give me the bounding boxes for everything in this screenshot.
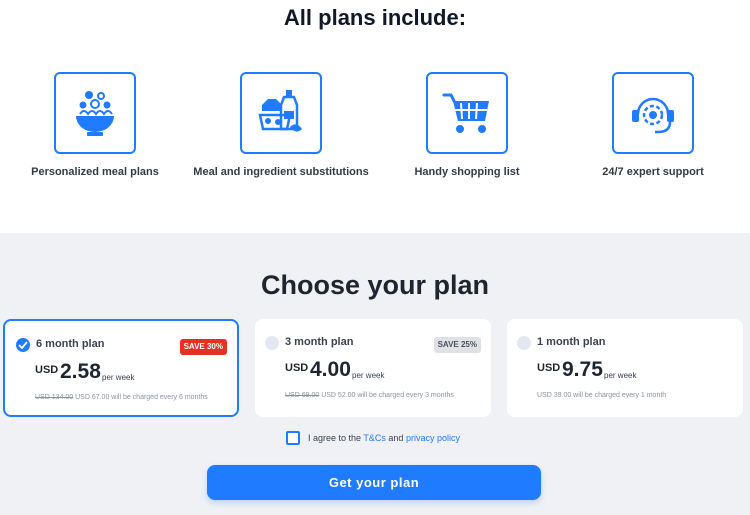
plan-card-6-month[interactable]: 6 month plan SAVE 30% USD 2.58 per week …: [3, 319, 239, 417]
feature-meal-plans: Personalized meal plans: [2, 72, 188, 178]
features-title: All plans include:: [283, 5, 467, 30]
check-icon: [18, 341, 28, 349]
feature-icon-box: [426, 72, 508, 154]
plan-price-period: per week: [604, 371, 637, 380]
plan-radio[interactable]: [265, 336, 279, 350]
plan-charge-text: USD 52.00 will be charged every 3 months: [321, 392, 454, 399]
feature-label: Handy shopping list: [414, 166, 520, 178]
features-section: All plans include: Personalized meal pla…: [0, 0, 750, 233]
plan-old-price: USD 69.00: [285, 392, 320, 399]
headset-support-icon: [632, 97, 674, 134]
plan-card-3-month[interactable]: 3 month plan SAVE 25% USD 4.00 per week …: [255, 319, 491, 417]
plan-price: 2.58: [60, 360, 101, 383]
plan-price: 9.75: [562, 358, 603, 381]
tcs-link[interactable]: T&Cs: [363, 433, 386, 443]
plan-billing-note: USD 134.00 USD 67.00 will be charged eve…: [35, 394, 208, 401]
plan-name: 3 month plan: [285, 336, 354, 348]
plan-name: 1 month plan: [537, 336, 606, 348]
plan-currency: USD: [35, 364, 59, 376]
feature-substitutions: Meal and ingredient substitutions: [188, 72, 374, 178]
plan-charge-text: USD 39.00 will be charged every 1 month: [537, 392, 667, 399]
agreement-prefix: I agree to the: [308, 433, 362, 443]
shopping-cart-icon: [442, 93, 489, 133]
agree-checkbox[interactable]: [286, 431, 300, 445]
feature-shopping-list: Handy shopping list: [374, 72, 560, 178]
plan-currency: USD: [537, 362, 561, 374]
plan-price: 4.00: [310, 358, 351, 381]
plan-charge-text: USD 67.00 will be charged every 6 months: [75, 394, 208, 401]
groceries-icon: [258, 90, 302, 132]
plan-billing-note: USD 39.00 will be charged every 1 month: [537, 392, 666, 399]
feature-label: Personalized meal plans: [31, 166, 159, 178]
feature-icon-box: [54, 72, 136, 154]
plan-section: Choose your plan 6 month plan SAVE 30% U…: [0, 233, 750, 515]
agreement-row: I agree to the T&Cs and privacy policy: [286, 431, 460, 445]
plan-radio-checked[interactable]: [16, 338, 30, 352]
agreement-text: I agree to the T&Cs and privacy policy: [308, 433, 460, 443]
plan-billing-note: USD 69.00 USD 52.00 will be charged ever…: [285, 392, 454, 399]
feature-support: 24/7 expert support: [560, 72, 746, 178]
plan-name: 6 month plan: [36, 338, 105, 350]
save-badge: SAVE 30%: [179, 339, 227, 355]
plan-section-title: Choose your plan: [260, 270, 490, 300]
privacy-policy-link[interactable]: privacy policy: [406, 433, 460, 443]
feature-icon-box: [612, 72, 694, 154]
plan-old-price: USD 134.00: [35, 394, 74, 401]
plan-radio[interactable]: [517, 336, 531, 350]
plan-currency: USD: [285, 362, 309, 374]
plan-price-period: per week: [102, 373, 135, 382]
salad-bowl-icon: [76, 91, 114, 136]
plan-price-period: per week: [352, 371, 385, 380]
feature-label: Meal and ingredient substitutions: [193, 166, 369, 178]
save-badge: SAVE 25%: [433, 337, 481, 353]
feature-icon-box: [240, 72, 322, 154]
get-your-plan-button[interactable]: Get your plan: [207, 465, 541, 500]
agreement-and: and: [388, 433, 404, 443]
feature-label: 24/7 expert support: [602, 166, 704, 178]
plan-card-1-month[interactable]: 1 month plan USD 9.75 per week USD 39.00…: [507, 319, 743, 417]
